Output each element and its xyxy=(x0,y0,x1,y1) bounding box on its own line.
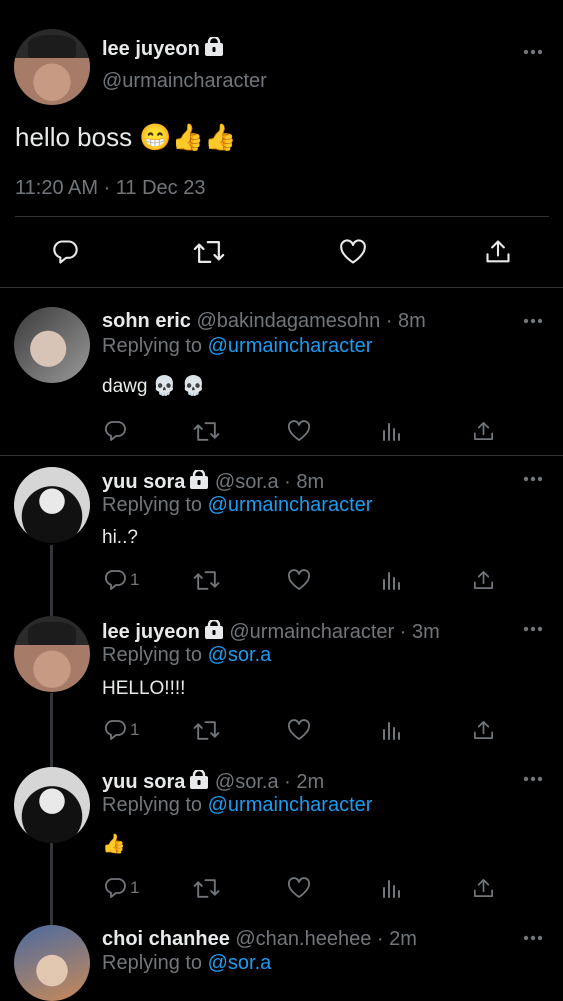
lock-icon xyxy=(189,468,209,496)
author-name[interactable]: lee juyeon xyxy=(102,621,200,643)
reply-icon[interactable] xyxy=(102,418,128,444)
more-options-icon[interactable] xyxy=(523,776,543,782)
reply-text: 👍 xyxy=(102,834,126,855)
tweet-text: hello boss 😁👍👍 xyxy=(15,122,237,152)
avatar[interactable] xyxy=(14,467,90,543)
reply-time: · 8m xyxy=(385,310,426,332)
replying-to: Replying to @urmaincharacter xyxy=(102,794,373,816)
mention-link[interactable]: @urmaincharacter xyxy=(208,794,373,816)
retweet-icon[interactable] xyxy=(192,875,220,901)
thread-line xyxy=(50,545,53,617)
mention-link[interactable]: @sor.a xyxy=(208,952,272,974)
avatar[interactable] xyxy=(14,307,90,383)
divider xyxy=(15,216,549,217)
thread-line xyxy=(50,693,53,768)
divider xyxy=(0,455,563,456)
author-handle[interactable]: @urmaincharacter xyxy=(229,621,394,643)
reply-header: choi chanhee @chan.heehee · 2m xyxy=(102,928,417,951)
reply-icon[interactable] xyxy=(50,237,80,267)
mention-link[interactable]: @urmaincharacter xyxy=(208,494,373,516)
reply-header: lee juyeon @urmaincharacter · 3m xyxy=(102,618,440,646)
retweet-icon[interactable] xyxy=(192,418,220,444)
retweet-icon[interactable] xyxy=(192,717,220,743)
reply-time: · 8m xyxy=(284,471,325,493)
share-icon[interactable] xyxy=(470,717,496,743)
tweet-timestamp: 11:20 AM · 11 Dec 23 xyxy=(15,177,206,199)
replying-to: Replying to @urmaincharacter xyxy=(102,335,373,357)
mention-link[interactable]: @urmaincharacter xyxy=(208,335,373,357)
author-name[interactable]: lee juyeon xyxy=(102,35,224,63)
views-icon[interactable] xyxy=(378,875,404,901)
reply-count: 1 xyxy=(130,878,140,897)
lock-icon xyxy=(204,35,224,63)
reply-text: HELLO!!!! xyxy=(102,678,186,699)
reply-header: yuu sora @sor.a · 2m xyxy=(102,768,325,796)
author-name[interactable]: choi chanhee xyxy=(102,928,230,950)
reply-count: 1 xyxy=(130,720,140,739)
share-icon[interactable] xyxy=(483,237,513,267)
share-icon[interactable] xyxy=(470,418,496,444)
reply-icon[interactable] xyxy=(102,875,128,901)
reply-header: sohn eric @bakindagamesohn · 8m xyxy=(102,310,426,333)
author-handle[interactable]: @bakindagamesohn xyxy=(196,310,380,332)
author-name[interactable]: sohn eric xyxy=(102,310,191,332)
views-icon[interactable] xyxy=(378,567,404,593)
like-icon[interactable] xyxy=(285,418,313,444)
replying-to: Replying to @urmaincharacter xyxy=(102,494,373,516)
reply-count: 1 xyxy=(130,570,140,589)
replying-to: Replying to @sor.a xyxy=(102,644,272,666)
reply-time: · 2m xyxy=(284,771,325,793)
like-icon[interactable] xyxy=(285,875,313,901)
mention-link[interactable]: @sor.a xyxy=(208,644,272,666)
replying-to: Replying to @sor.a xyxy=(102,952,272,974)
avatar[interactable] xyxy=(14,767,90,843)
reply-text: hi..? xyxy=(102,527,138,548)
views-icon[interactable] xyxy=(378,717,404,743)
retweet-icon[interactable] xyxy=(192,567,220,593)
avatar[interactable] xyxy=(14,29,90,105)
more-options-icon[interactable] xyxy=(523,935,543,941)
more-options-icon[interactable] xyxy=(523,318,543,324)
lock-icon xyxy=(204,618,224,646)
avatar[interactable] xyxy=(14,616,90,692)
retweet-icon[interactable] xyxy=(192,237,226,267)
like-icon[interactable] xyxy=(285,567,313,593)
share-icon[interactable] xyxy=(470,875,496,901)
views-icon[interactable] xyxy=(378,418,404,444)
author-name[interactable]: yuu sora xyxy=(102,471,185,493)
more-options-icon[interactable] xyxy=(523,626,543,632)
author-handle[interactable]: @sor.a xyxy=(215,771,279,793)
reply-time: · 2m xyxy=(376,928,417,950)
reply-icon[interactable] xyxy=(102,717,128,743)
author-handle[interactable]: @sor.a xyxy=(215,471,279,493)
author-handle[interactable]: @urmaincharacter xyxy=(102,70,267,93)
reply-time: · 3m xyxy=(399,621,440,643)
more-options-icon[interactable] xyxy=(523,49,543,55)
more-options-icon[interactable] xyxy=(523,476,543,482)
divider xyxy=(0,287,563,288)
author-name[interactable]: yuu sora xyxy=(102,771,185,793)
like-icon[interactable] xyxy=(338,237,368,267)
like-icon[interactable] xyxy=(285,717,313,743)
reply-icon[interactable] xyxy=(102,567,128,593)
thread-line xyxy=(50,843,53,925)
lock-icon xyxy=(189,768,209,796)
share-icon[interactable] xyxy=(470,567,496,593)
reply-header: yuu sora @sor.a · 8m xyxy=(102,468,325,496)
author-handle[interactable]: @chan.heehee xyxy=(235,928,371,950)
reply-text: dawg 💀 💀 xyxy=(102,376,206,397)
avatar[interactable] xyxy=(14,925,90,1001)
